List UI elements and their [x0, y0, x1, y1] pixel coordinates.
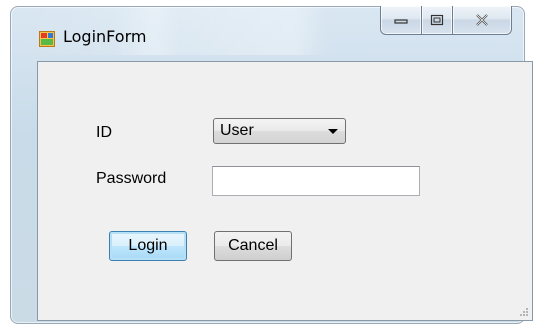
cancel-button[interactable]: Cancel: [214, 231, 292, 261]
close-icon: [476, 14, 488, 26]
window-title: LoginForm: [63, 27, 147, 46]
id-dropdown-value: User: [220, 122, 254, 139]
login-button[interactable]: Login: [109, 231, 187, 261]
close-button[interactable]: [453, 6, 512, 35]
minimize-button[interactable]: [380, 6, 422, 35]
maximize-icon: [430, 14, 444, 26]
chevron-down-icon: [328, 129, 338, 134]
minimize-icon: [394, 19, 408, 24]
password-label: Password: [96, 170, 167, 187]
password-field[interactable]: [212, 166, 420, 196]
winform-app-icon[interactable]: [39, 31, 55, 47]
resize-grip-icon[interactable]: [519, 307, 529, 317]
login-window: LoginForm ID User Password Login Cancel: [10, 6, 533, 324]
id-label: ID: [96, 124, 112, 141]
caption-buttons: [380, 6, 512, 36]
title-bar[interactable]: LoginForm: [11, 6, 524, 51]
maximize-button[interactable]: [422, 6, 453, 35]
form-client-area: ID User Password Login Cancel: [37, 61, 533, 321]
id-dropdown[interactable]: User: [213, 118, 346, 144]
